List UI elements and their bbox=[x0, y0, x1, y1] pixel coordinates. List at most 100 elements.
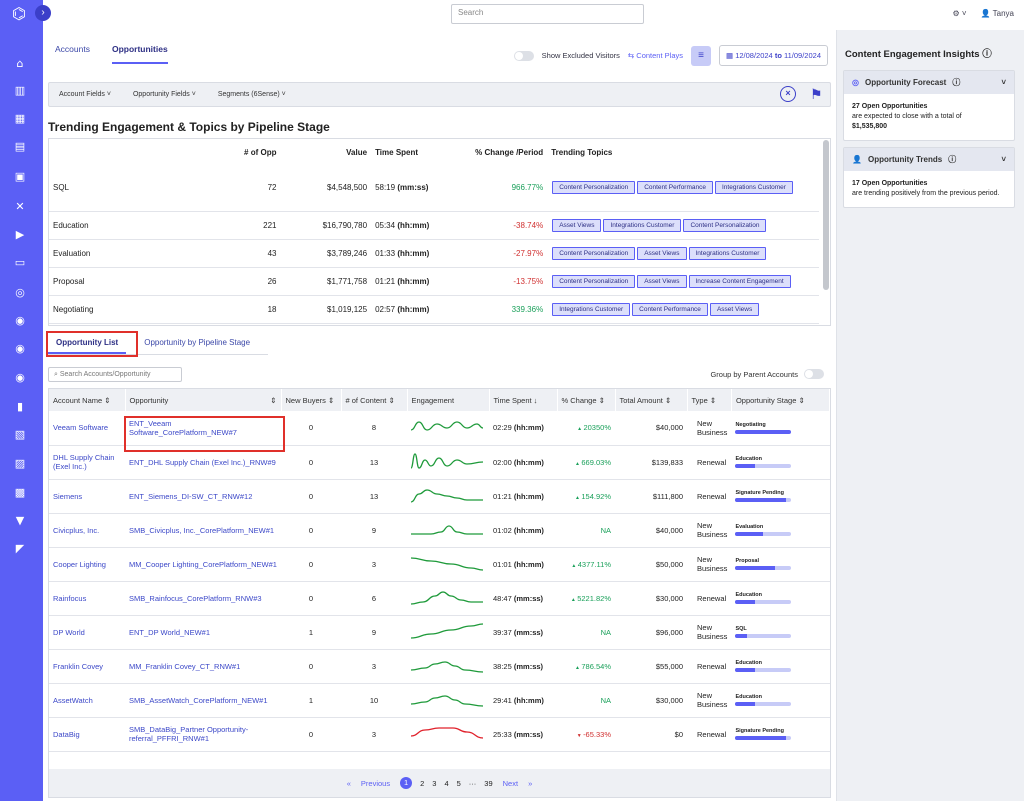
topic-chip[interactable]: Integrations Customer bbox=[688, 246, 767, 260]
grid-icon[interactable]: ▦ bbox=[13, 112, 27, 126]
topic-chip[interactable]: Content Personalization bbox=[683, 218, 767, 232]
bookmark-icon[interactable]: ⚑ bbox=[810, 86, 823, 102]
account-search-input[interactable]: ⌕ Search Accounts/Opportunity bbox=[48, 367, 182, 382]
account-name-link[interactable]: Cooper Lighting bbox=[49, 547, 125, 582]
date-range-picker[interactable]: ▦ 12/08/2024 to 11/09/2024 bbox=[719, 45, 828, 66]
topic-chip[interactable]: Content Performance bbox=[637, 181, 713, 195]
account-fields-dropdown[interactable]: Account Fields ˅ bbox=[59, 91, 111, 98]
play-circle-icon-3[interactable]: ◉ bbox=[13, 371, 27, 385]
topic-chip[interactable]: Content Personalization bbox=[552, 181, 636, 195]
page-number[interactable]: 5 bbox=[457, 779, 461, 788]
col-content-label: # of Content bbox=[345, 395, 387, 405]
chat-icon[interactable]: ▭ bbox=[13, 256, 27, 270]
last-page-icon[interactable]: » bbox=[528, 779, 532, 788]
home-icon[interactable]: ⌂ bbox=[13, 57, 27, 71]
opportunity-link[interactable]: SMB_AssetWatch_CorePlatform_NEW#1 bbox=[125, 683, 281, 718]
account-name-link[interactable]: AssetWatch bbox=[49, 683, 125, 718]
play-circle-icon-2[interactable]: ◉ bbox=[13, 342, 27, 356]
col-total-amount[interactable]: Total Amount ⇕ bbox=[615, 389, 688, 411]
tab-opportunities[interactable]: Opportunities bbox=[111, 44, 168, 64]
forecast-card-header[interactable]: ◎ Opportunity Forecast ⓘ ˅ bbox=[844, 71, 1014, 94]
report-icon[interactable]: ▧ bbox=[13, 428, 27, 442]
trend-scrollbar[interactable] bbox=[823, 140, 829, 290]
show-excluded-toggle[interactable] bbox=[513, 50, 534, 61]
opportunity-link[interactable]: SMB_DataBig_Partner Opportunity-referral… bbox=[125, 717, 281, 752]
group-by-toggle[interactable] bbox=[804, 369, 824, 379]
account-name-link[interactable]: Civicplus, Inc. bbox=[49, 513, 125, 548]
topic-chip[interactable]: Integrations Customer bbox=[552, 302, 631, 316]
account-name-link[interactable]: Siemens bbox=[49, 479, 125, 514]
col-type[interactable]: Type ⇕ bbox=[687, 389, 732, 411]
opportunity-link[interactable]: SMB_Civicplus, Inc._CorePlatform_NEW#1 bbox=[125, 513, 281, 548]
topic-chip[interactable]: Integrations Customer bbox=[603, 218, 682, 232]
opportunity-link[interactable]: ENT_Siemens_DI-SW_CT_RNW#12 bbox=[125, 479, 281, 514]
trends-card-header[interactable]: 👤 Opportunity Trends ⓘ ˅ bbox=[844, 148, 1014, 171]
clear-filters-icon[interactable]: × bbox=[780, 86, 796, 102]
analytics-icon[interactable]: ▥ bbox=[13, 84, 27, 98]
video-icon[interactable]: ▶ bbox=[13, 228, 27, 242]
next-page-link[interactable]: Next bbox=[503, 779, 518, 788]
topic-chip[interactable]: Asset Views bbox=[552, 218, 602, 232]
target-icon[interactable]: ◎ bbox=[13, 286, 27, 300]
page-number[interactable]: 1 bbox=[400, 777, 413, 789]
opportunity-link[interactable]: SMB_Rainfocus_CorePlatform_RNW#3 bbox=[125, 581, 281, 616]
topic-chip[interactable]: Content Performance bbox=[632, 302, 708, 316]
opportunity-link[interactable]: ENT_DP World_NEW#1 bbox=[125, 615, 281, 650]
tools-icon[interactable]: ✕ bbox=[13, 200, 27, 214]
topic-chip[interactable]: Asset Views bbox=[637, 274, 687, 288]
opp-stage-cell: Signature Pending bbox=[731, 717, 830, 752]
page-number[interactable]: 4 bbox=[444, 779, 448, 788]
first-page-icon[interactable]: « bbox=[347, 779, 351, 788]
previous-page-link[interactable]: Previous bbox=[361, 779, 390, 788]
account-name-link[interactable]: Franklin Covey bbox=[49, 649, 125, 684]
col-opportunity[interactable]: Opportunity ⇕ bbox=[125, 389, 282, 411]
filter-button[interactable]: ≡ bbox=[691, 45, 711, 66]
segments-dropdown[interactable]: Segments (6Sense) ˅ bbox=[218, 91, 286, 98]
chevron-down-icon[interactable]: ˅ bbox=[1001, 155, 1006, 164]
col-stage[interactable]: Opportunity Stage ⇕ bbox=[731, 389, 831, 411]
report-icon-2[interactable]: ▨ bbox=[13, 457, 27, 471]
account-name-link[interactable]: DataBig bbox=[49, 717, 125, 752]
chevron-down-icon[interactable]: ˅ bbox=[1001, 78, 1006, 87]
info-icon[interactable]: ⓘ bbox=[952, 77, 960, 88]
page-number[interactable]: 2 bbox=[420, 779, 424, 788]
opportunity-link[interactable]: MM_Franklin Covey_CT_RNW#1 bbox=[125, 649, 281, 684]
account-name-link[interactable]: Veeam Software bbox=[49, 411, 125, 446]
global-search-input[interactable]: Search bbox=[451, 4, 644, 24]
play-circle-icon[interactable]: ◉ bbox=[13, 314, 27, 328]
bookmark-icon[interactable]: ▼ bbox=[13, 514, 27, 528]
tab-opportunity-by-stage[interactable]: Opportunity by Pipeline Stage bbox=[136, 333, 258, 354]
content-plays-link[interactable]: ⇆ Content Plays bbox=[628, 51, 683, 60]
expand-sidebar-button[interactable]: › bbox=[35, 5, 51, 21]
settings-icon[interactable]: ⚙ ˅ bbox=[953, 9, 967, 18]
table-icon[interactable]: ▤ bbox=[13, 140, 27, 154]
app-logo-icon[interactable]: ⌬ bbox=[12, 4, 34, 26]
lock-report-icon[interactable]: ▩ bbox=[13, 486, 27, 500]
col-account-name[interactable]: Account Name ⇕ bbox=[49, 389, 126, 411]
topic-chip[interactable]: Content Personalization bbox=[552, 246, 636, 260]
topic-chip[interactable]: Content Personalization bbox=[552, 274, 636, 288]
opportunity-fields-dropdown[interactable]: Opportunity Fields ˅ bbox=[133, 91, 196, 98]
topic-chip[interactable]: Integrations Customer bbox=[715, 181, 793, 195]
page-number[interactable]: ··· bbox=[469, 779, 477, 788]
info-icon[interactable]: ⓘ bbox=[948, 154, 956, 165]
user-menu[interactable]: 👤 Tanya bbox=[981, 9, 1014, 18]
bar-chart-icon[interactable]: ▮ bbox=[13, 400, 27, 414]
col-change[interactable]: % Change ⇕ bbox=[557, 389, 616, 411]
account-name-link[interactable]: DHL Supply Chain (Exel Inc.) bbox=[49, 445, 125, 480]
page-number[interactable]: 39 bbox=[484, 779, 492, 788]
tab-accounts[interactable]: Accounts bbox=[55, 44, 90, 64]
col-content[interactable]: # of Content ⇕ bbox=[341, 389, 408, 411]
account-name-link[interactable]: Rainfocus bbox=[49, 581, 125, 616]
page-number[interactable]: 3 bbox=[432, 779, 436, 788]
topic-chip[interactable]: Asset Views bbox=[637, 246, 687, 260]
opportunity-link[interactable]: MM_Cooper Lighting_CorePlatform_NEW#1 bbox=[125, 547, 281, 582]
col-new-buyers[interactable]: New Buyers ⇕ bbox=[281, 389, 342, 411]
col-time-spent[interactable]: Time Spent ↓ bbox=[489, 389, 558, 411]
browser-icon[interactable]: ▣ bbox=[13, 170, 27, 184]
account-name-link[interactable]: DP World bbox=[49, 615, 125, 650]
megaphone-icon[interactable]: ◤ bbox=[13, 542, 27, 556]
topic-chip[interactable]: Asset Views bbox=[709, 302, 760, 316]
topic-chip[interactable]: Increase Content Engagement bbox=[688, 274, 791, 288]
info-icon[interactable]: ⓘ bbox=[982, 49, 992, 60]
